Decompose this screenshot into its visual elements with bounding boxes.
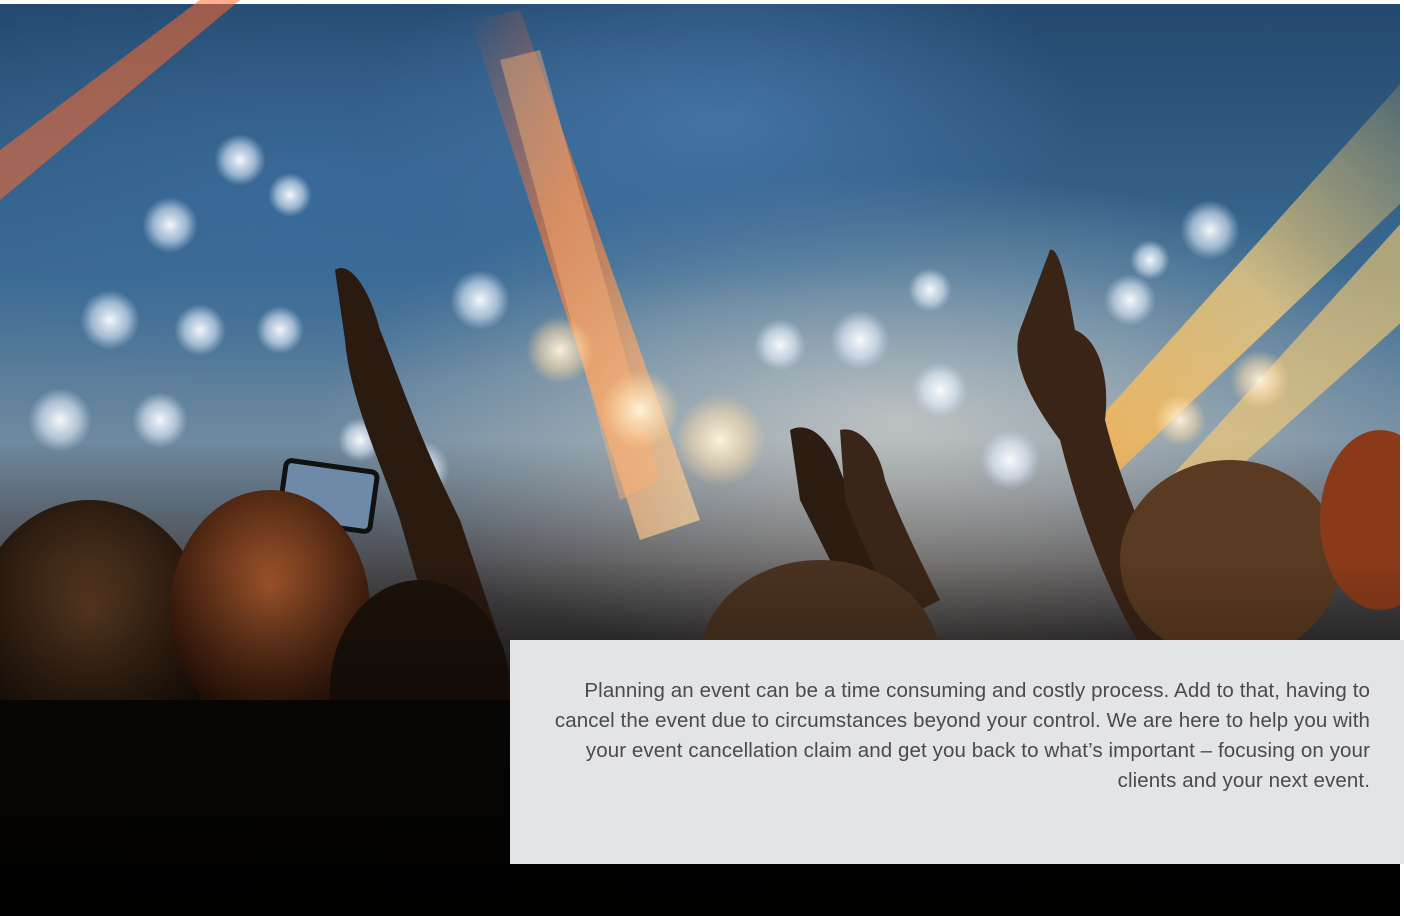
concert-crowd-photo: Planning an event can be a time consumin… [0,0,1404,916]
caption-panel: Planning an event can be a time consumin… [510,640,1404,864]
caption-text: Planning an event can be a time consumin… [554,679,1370,792]
